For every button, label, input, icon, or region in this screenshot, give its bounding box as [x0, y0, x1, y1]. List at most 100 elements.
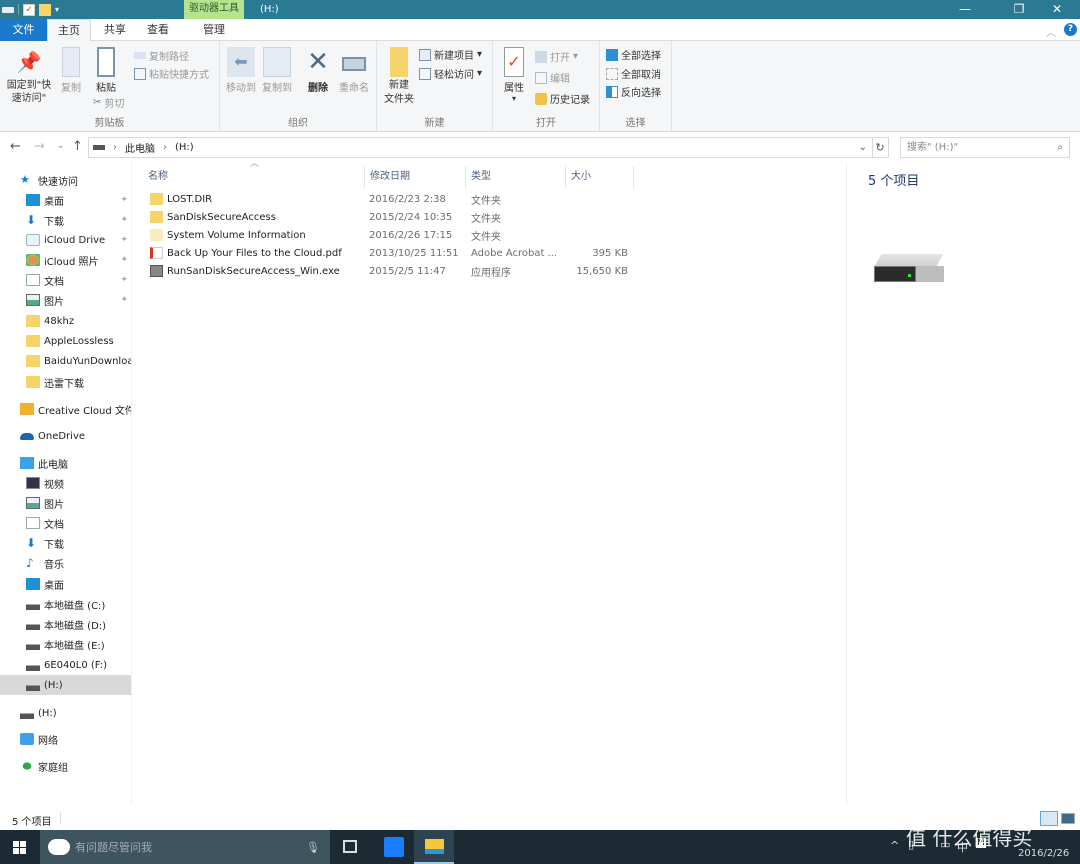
copy-to-button[interactable]: 复制到: [260, 47, 294, 94]
sidebar-item[interactable]: (H:): [0, 675, 131, 695]
cortana-search-box[interactable]: 有问题尽管问我 🎙: [40, 830, 330, 864]
cut-button[interactable]: ✂ 剪切: [93, 95, 124, 110]
sidebar-item[interactable]: 桌面: [0, 574, 131, 594]
file-row[interactable]: System Volume Information 2016/2/26 17:15…: [148, 226, 638, 244]
sidebar-item[interactable]: 本地磁盘 (D:): [0, 614, 131, 634]
address-bar[interactable]: › 此电脑 › (H:) ⌄: [88, 137, 873, 158]
history-button[interactable]: 历史记录: [535, 91, 590, 106]
select-none-button[interactable]: 全部取消: [606, 66, 661, 81]
file-explorer-taskbar-button[interactable]: [414, 830, 454, 864]
column-header-type[interactable]: 类型: [466, 166, 566, 188]
sidebar-item[interactable]: 网络: [0, 729, 131, 749]
sidebar-item[interactable]: ⬇ 下载: [0, 533, 131, 553]
column-header-date[interactable]: 修改日期: [365, 166, 466, 188]
sidebar-item[interactable]: 文档 ✦: [0, 270, 131, 290]
collapse-ribbon-icon[interactable]: ︿: [1046, 24, 1056, 39]
properties-icon[interactable]: ✓: [23, 3, 35, 16]
breadcrumb-separator[interactable]: ›: [113, 142, 117, 153]
pin-icon[interactable]: ✦: [120, 215, 128, 225]
sidebar-item[interactable]: Creative Cloud 文件: [0, 399, 131, 419]
sidebar-item[interactable]: 本地磁盘 (C:): [0, 594, 131, 614]
invert-selection-button[interactable]: 反向选择: [606, 84, 661, 99]
column-header-size[interactable]: 大小: [566, 166, 634, 188]
sidebar-item[interactable]: OneDrive: [0, 426, 131, 446]
properties-button[interactable]: ✓ 属性 ▾: [499, 47, 529, 103]
show-hidden-icons-button[interactable]: ^: [890, 839, 899, 852]
open-button[interactable]: 打开 ▾: [535, 49, 578, 64]
pin-icon[interactable]: ✦: [120, 275, 128, 285]
breadcrumb-drive-h[interactable]: (H:): [175, 142, 194, 153]
tab-file[interactable]: 文件: [0, 19, 47, 41]
edit-button[interactable]: 编辑: [535, 70, 570, 85]
sidebar-item[interactable]: 家庭组: [0, 756, 131, 776]
tab-home[interactable]: 主页: [47, 19, 91, 42]
sidebar-item[interactable]: 此电脑: [0, 453, 131, 473]
sidebar-item[interactable]: (H:): [0, 703, 131, 723]
pin-icon[interactable]: ✦: [120, 295, 128, 305]
microphone-icon[interactable]: 🎙: [306, 841, 320, 854]
sidebar-item[interactable]: 图片: [0, 493, 131, 513]
new-item-button[interactable]: 新建项目 ▾: [419, 47, 482, 62]
easy-access-button[interactable]: 轻松访问 ▾: [419, 66, 482, 81]
maxthon-browser-icon[interactable]: [384, 837, 404, 857]
search-input[interactable]: 搜索" (H:)" ⌕: [900, 137, 1070, 158]
sidebar-item[interactable]: 桌面 ✦: [0, 190, 131, 210]
recent-locations-button[interactable]: ⌄: [57, 141, 65, 151]
sidebar-item[interactable]: ♪ 音乐: [0, 553, 131, 573]
new-folder-button[interactable]: 新建 文件夹: [381, 47, 417, 107]
sidebar-item[interactable]: ⬇ 下载 ✦: [0, 210, 131, 230]
details-view-button[interactable]: [1040, 811, 1058, 826]
tab-view[interactable]: 查看: [138, 19, 178, 41]
file-row[interactable]: Back Up Your Files to the Cloud.pdf 2013/…: [148, 244, 638, 262]
paste-button[interactable]: 粘贴: [90, 47, 122, 94]
pin-icon[interactable]: ✦: [120, 235, 128, 245]
close-button[interactable]: ✕: [1034, 0, 1080, 19]
up-button[interactable]: ↑: [72, 139, 83, 154]
sidebar-item[interactable]: 视频: [0, 473, 131, 493]
sidebar-item[interactable]: AppleLossless: [0, 331, 131, 351]
breadcrumb-this-pc[interactable]: 此电脑: [125, 140, 155, 155]
clock-date[interactable]: 2016/2/26: [1018, 848, 1069, 859]
refresh-button[interactable]: ↻: [872, 137, 889, 158]
column-header-name[interactable]: 名称: [143, 166, 365, 188]
sidebar-item[interactable]: 文档: [0, 513, 131, 533]
copy-path-button[interactable]: 复制路径: [134, 48, 189, 63]
sidebar-item[interactable]: iCloud 照片 ✦: [0, 250, 131, 270]
paste-shortcut-button[interactable]: 粘贴快捷方式: [134, 66, 209, 81]
sidebar-item[interactable]: 本地磁盘 (E:): [0, 634, 131, 654]
task-view-button[interactable]: [343, 840, 357, 853]
delete-button[interactable]: ✕ 删除: [304, 47, 332, 94]
move-to-button[interactable]: ⬅ 移动到: [224, 47, 258, 94]
sidebar-item[interactable]: 6E040L0 (F:): [0, 655, 131, 675]
drive-tools-context-header: 驱动器工具: [184, 0, 244, 19]
forward-button[interactable]: →: [34, 139, 45, 154]
rename-button[interactable]: 重命名: [336, 47, 372, 94]
pin-quick-access-button[interactable]: 📌 固定到"快速访问": [4, 47, 54, 105]
new-folder-icon[interactable]: [39, 3, 51, 16]
tab-share[interactable]: 共享: [95, 19, 135, 41]
customize-qat-icon[interactable]: ▾: [55, 5, 59, 14]
sidebar-item[interactable]: 图片 ✦: [0, 290, 131, 310]
file-type: 文件夹: [471, 195, 501, 207]
copy-button[interactable]: 复制: [56, 47, 86, 94]
start-button[interactable]: [0, 830, 40, 864]
drive-icon[interactable]: [2, 6, 14, 13]
sidebar-item[interactable]: iCloud Drive ✦: [0, 230, 131, 250]
file-row[interactable]: LOST.DIR 2016/2/23 2:38 文件夹: [148, 190, 638, 208]
file-row[interactable]: SanDiskSecureAccess 2015/2/24 10:35 文件夹: [148, 208, 638, 226]
pin-icon[interactable]: ✦: [120, 255, 128, 265]
file-row[interactable]: RunSanDiskSecureAccess_Win.exe 2015/2/5 1…: [148, 262, 638, 280]
large-icons-view-button[interactable]: [1061, 813, 1075, 824]
sidebar-item[interactable]: 48khz: [0, 311, 131, 331]
address-dropdown-icon[interactable]: ⌄: [859, 142, 867, 153]
sidebar-item[interactable]: 迅雷下载: [0, 372, 131, 392]
pin-icon[interactable]: ✦: [120, 195, 128, 205]
help-icon[interactable]: ?: [1064, 23, 1077, 36]
sidebar-item[interactable]: ★ 快速访问: [0, 170, 131, 190]
breadcrumb-separator[interactable]: ›: [163, 142, 167, 153]
tab-manage[interactable]: 管理: [184, 19, 244, 41]
minimize-button[interactable]: —: [942, 0, 988, 19]
back-button[interactable]: ←: [10, 139, 21, 154]
select-all-button[interactable]: 全部选择: [606, 47, 661, 62]
sidebar-item[interactable]: BaiduYunDownload: [0, 351, 131, 371]
